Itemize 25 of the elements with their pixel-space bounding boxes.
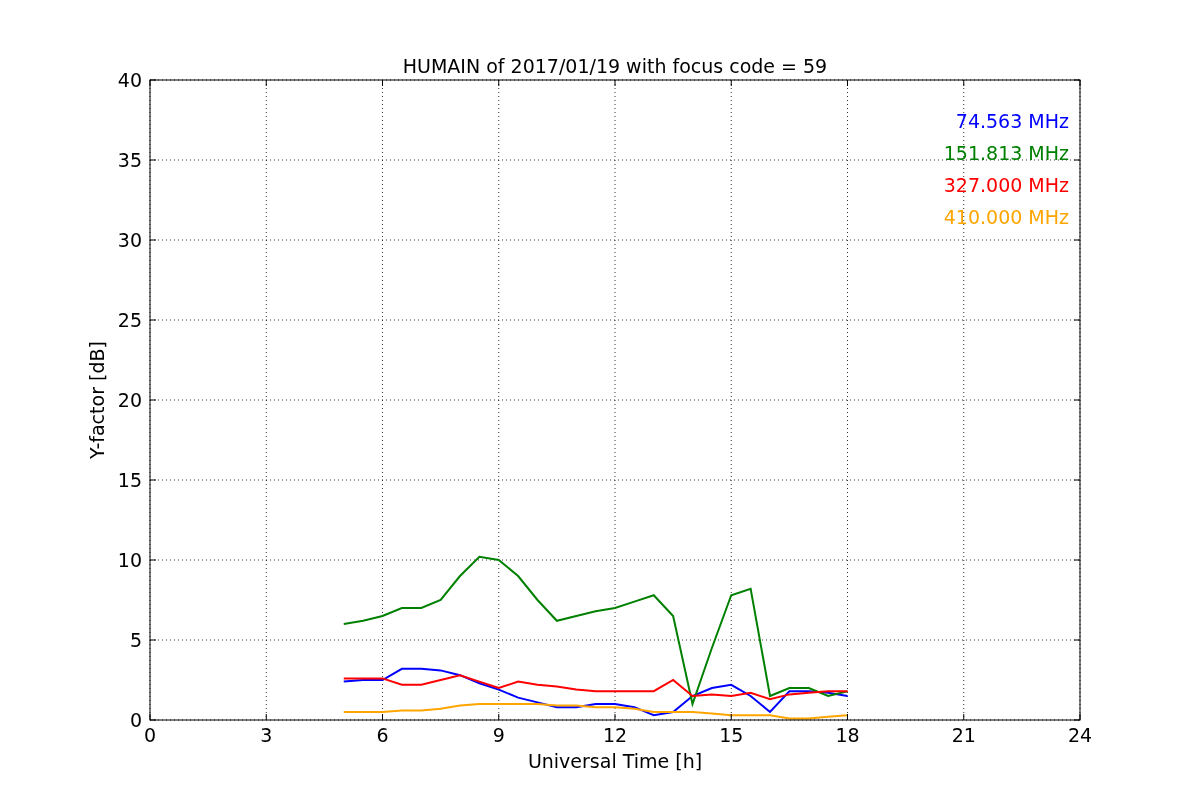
x-tick-label: 15	[719, 724, 744, 746]
x-tick-label: 12	[602, 724, 628, 746]
y-tick-label: 5	[129, 629, 142, 651]
x-tick-label: 21	[951, 724, 976, 746]
y-tick-label: 40	[117, 69, 142, 91]
x-tick-label: 24	[1067, 724, 1093, 746]
x-axis-label: Universal Time [h]	[527, 750, 703, 772]
x-tick-label: 3	[260, 724, 273, 746]
x-tick-label: 18	[835, 724, 860, 746]
y-tick-label: 0	[129, 709, 142, 731]
y-tick-label: 30	[117, 229, 142, 251]
legend-label: 151.813 MHz	[943, 142, 1069, 164]
x-tick-label: 9	[492, 724, 505, 746]
x-tick-label: 0	[143, 724, 157, 746]
y-tick-label: 25	[117, 309, 142, 331]
legend-label: 327.000 MHz	[943, 174, 1069, 196]
legend-label: 74.563 MHz	[955, 110, 1069, 132]
legend-label: 410.000 MHz	[943, 206, 1069, 228]
y-axis-label: Y-factor [dB]	[86, 341, 108, 459]
y-tick-label: 35	[117, 149, 142, 171]
y-tick-label: 15	[117, 469, 142, 491]
x-tick-label: 6	[376, 724, 389, 746]
chart-title: HUMAIN of 2017/01/19 with focus code = 59	[402, 55, 828, 77]
y-tick-label: 20	[117, 389, 142, 411]
y-tick-label: 10	[117, 549, 142, 571]
